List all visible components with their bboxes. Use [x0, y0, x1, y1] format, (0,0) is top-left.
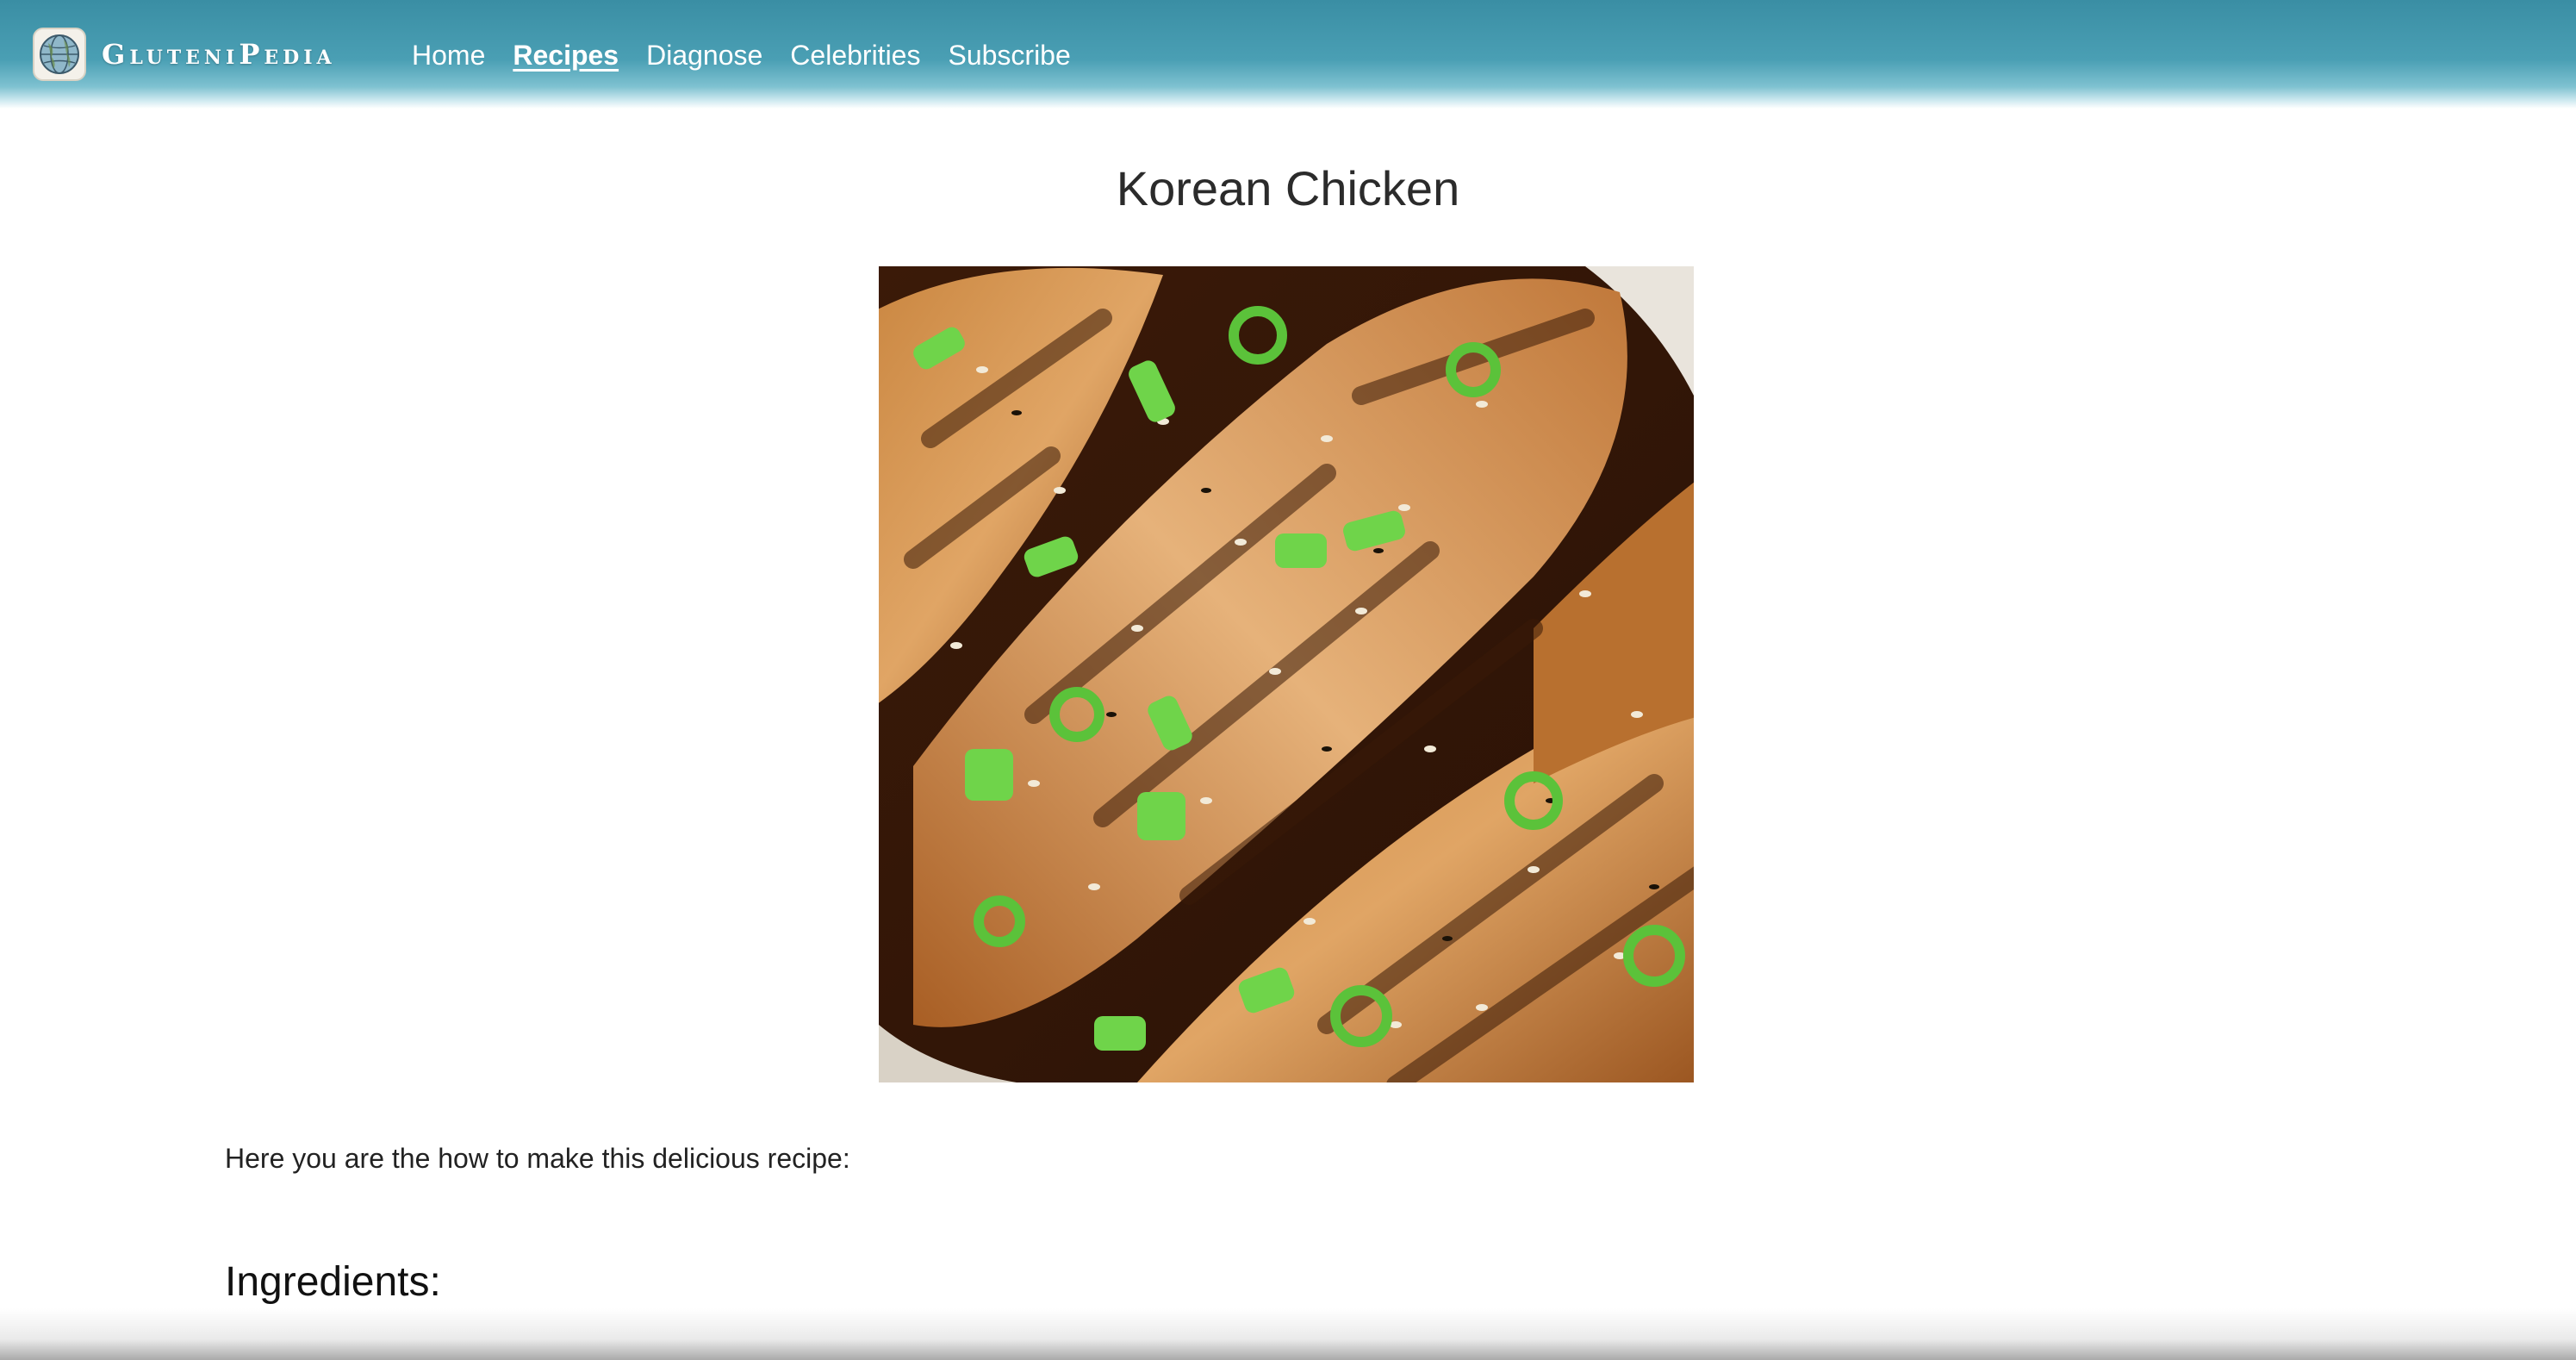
globe-icon — [33, 28, 86, 81]
site-name: GluteniPedia — [102, 38, 336, 71]
bottom-fade — [0, 1308, 2576, 1360]
recipe-intro: Here you are the how to make this delici… — [225, 1143, 850, 1174]
recipe-image — [879, 266, 1694, 1082]
nav-diagnose-link[interactable]: Diagnose — [646, 40, 762, 72]
ingredients-heading: Ingredients: — [225, 1259, 441, 1305]
site-logo[interactable]: GluteniPedia — [33, 26, 336, 83]
nav-celebrities-link[interactable]: Celebrities — [790, 40, 920, 72]
nav-recipes-link[interactable]: Recipes — [513, 40, 619, 72]
nav-home-link[interactable]: Home — [412, 40, 485, 72]
page-title: Korean Chicken — [1116, 161, 1460, 215]
main-nav: Home Recipes Diagnose Celebrities Subscr… — [412, 34, 1098, 76]
site-header: GluteniPedia Home Recipes Diagnose Celeb… — [0, 0, 2576, 109]
nav-subscribe-link[interactable]: Subscribe — [948, 40, 1070, 72]
